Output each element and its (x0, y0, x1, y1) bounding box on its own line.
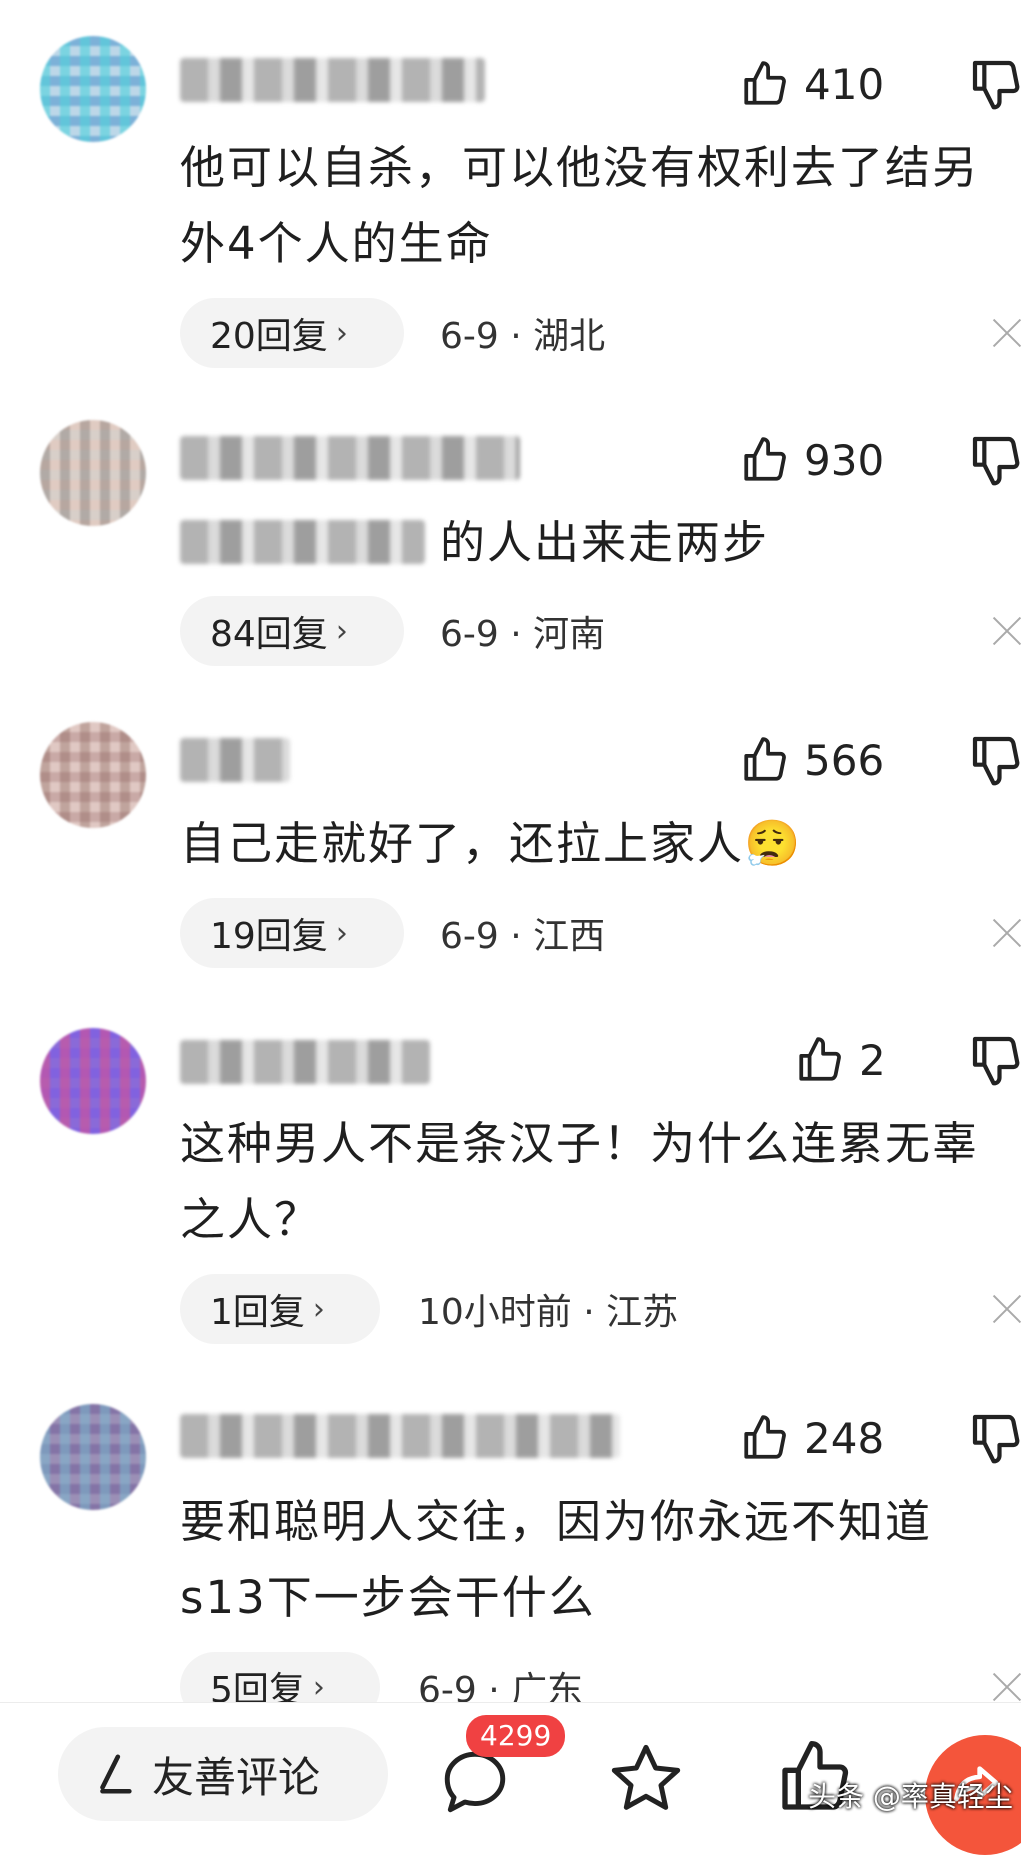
like-button[interactable]: 410 (740, 56, 884, 112)
comment-text: 要和聪明人交往，因为你永远不知道s13下一步会干什么 (180, 1495, 933, 1624)
chevron-right-icon: › (335, 315, 348, 351)
thumbs-up-icon (744, 437, 786, 481)
thumbs-up-icon (744, 737, 786, 781)
replies-button[interactable]: 1回复 › (180, 1274, 380, 1344)
chevron-right-icon: › (312, 1669, 325, 1705)
like-count: 2 (859, 1035, 886, 1085)
username-blurred[interactable] (180, 436, 520, 480)
thumbs-down-icon (972, 1036, 1020, 1086)
dislike-button[interactable] (968, 56, 1021, 112)
close-icon[interactable] (990, 1670, 1021, 1704)
write-comment-label: 友善评论 (152, 1752, 321, 1802)
close-icon[interactable] (990, 316, 1021, 350)
avatar[interactable] (40, 420, 146, 526)
like-count: 410 (804, 59, 885, 109)
like-button[interactable]: 2 (795, 1032, 886, 1088)
chevron-right-icon: › (335, 613, 348, 649)
like-count: 248 (804, 1413, 885, 1463)
replies-label: 19回复 (210, 916, 328, 957)
comment-text: 的人出来走两步 (440, 516, 770, 569)
comment-text: 他可以自杀，可以他没有权利去了结另外4个人的生命 (180, 141, 980, 270)
username-blurred[interactable] (180, 1414, 620, 1458)
username-blurred[interactable] (180, 58, 485, 102)
dislike-button[interactable] (968, 432, 1021, 488)
star-icon[interactable] (606, 1739, 686, 1819)
thumbs-up-icon (799, 1037, 841, 1081)
replies-label: 1回复 (210, 1292, 305, 1333)
replies-button[interactable]: 20回复 › (180, 298, 404, 368)
replies-label: 20回复 (210, 316, 328, 357)
replies-label: 84回复 (210, 614, 328, 655)
time-location: 6-9 · 河南 (440, 614, 606, 655)
thumbs-down-icon (972, 436, 1020, 486)
thumbs-up-icon (744, 61, 786, 105)
dislike-button[interactable] (968, 732, 1021, 788)
comment-count-badge: 4299 (466, 1715, 566, 1757)
dislike-button[interactable] (968, 1032, 1021, 1088)
time-location: 10小时前 · 江苏 (418, 1292, 679, 1333)
close-icon[interactable] (990, 916, 1021, 950)
like-count: 930 (804, 435, 885, 485)
time-location: 6-9 · 湖北 (440, 316, 606, 357)
avatar[interactable] (40, 1404, 146, 1510)
thumbs-up-icon (744, 1415, 786, 1459)
chevron-right-icon: › (335, 915, 348, 951)
like-button[interactable]: 248 (740, 1410, 884, 1466)
watermark-text: 头条 @率真轻尘 (808, 1780, 1013, 1813)
thumbs-down-icon (972, 1414, 1020, 1464)
thumbs-down-icon (972, 736, 1020, 786)
time-location: 6-9 · 江西 (440, 916, 606, 957)
avatar[interactable] (40, 36, 146, 142)
pen-icon (100, 1754, 132, 1794)
username-blurred[interactable] (180, 738, 290, 782)
username-blurred[interactable] (180, 1040, 430, 1084)
close-icon[interactable] (990, 1292, 1021, 1326)
thumbs-down-icon (972, 60, 1020, 110)
write-comment-button[interactable]: 友善评论 (58, 1727, 388, 1821)
like-button[interactable]: 566 (740, 732, 884, 788)
like-count: 566 (804, 735, 885, 785)
mention-blurred[interactable] (180, 520, 425, 564)
avatar[interactable] (40, 1028, 146, 1134)
comment-text: 自己走就好了，还拉上家人😮‍💨 (180, 817, 803, 870)
like-button[interactable]: 930 (740, 432, 884, 488)
chevron-right-icon: › (312, 1291, 325, 1327)
replies-button[interactable]: 84回复 › (180, 596, 404, 666)
dislike-button[interactable] (968, 1410, 1021, 1466)
replies-button[interactable]: 19回复 › (180, 898, 404, 968)
close-icon[interactable] (990, 614, 1021, 648)
avatar[interactable] (40, 722, 146, 828)
comment-text: 这种男人不是条汉子！为什么连累无辜之人？ (180, 1117, 980, 1246)
